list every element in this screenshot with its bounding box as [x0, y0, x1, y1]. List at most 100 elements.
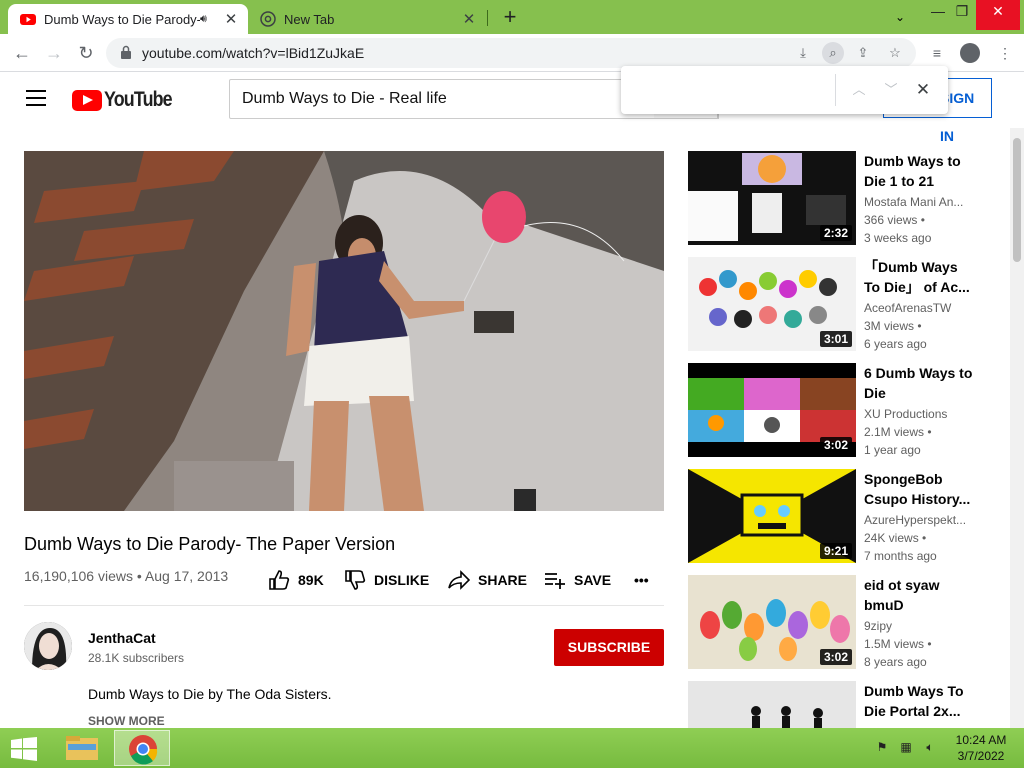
- hamburger-menu-icon[interactable]: [26, 90, 46, 106]
- save-button[interactable]: SAVE: [544, 570, 611, 590]
- rec-title[interactable]: eid ot syaw bmuD: [864, 575, 974, 615]
- video-thumbnail[interactable]: 2:32: [688, 151, 856, 245]
- tab-search-chevron-icon[interactable]: ⌄: [888, 6, 912, 28]
- tab-close-icon[interactable]: ✕: [460, 10, 478, 28]
- youtube-logo-text: YouTube: [104, 88, 173, 111]
- share-icon[interactable]: ⇪: [852, 42, 874, 64]
- lock-icon[interactable]: [120, 45, 132, 59]
- scrollbar-thumb[interactable]: [1013, 138, 1021, 262]
- recommendation-item[interactable]: 3:01 「Dumb Ways To Die」 of Ac... AceofAr…: [688, 257, 988, 353]
- find-in-page-bar: ︿ ﹀ ✕: [621, 66, 948, 114]
- new-tab-button[interactable]: +: [498, 6, 522, 30]
- duration-badge: 2:32: [819, 225, 852, 241]
- tab-title: Dumb Ways to Die Parody- T: [44, 11, 200, 27]
- url-text[interactable]: youtube.com/watch?v=lBid1ZuJkaE: [142, 45, 364, 61]
- video-thumbnail[interactable]: 3:01: [688, 257, 856, 351]
- page-scrollbar[interactable]: [1010, 128, 1024, 728]
- channel-name[interactable]: JenthaCat: [88, 630, 156, 646]
- chrome-taskbar-button[interactable]: [114, 730, 170, 766]
- avatar-image: [24, 622, 72, 670]
- tab-title: New Tab: [284, 11, 335, 27]
- find-input[interactable]: [631, 76, 831, 104]
- find-previous-chevron-up-icon[interactable]: ︿: [847, 78, 871, 102]
- file-explorer-taskbar-button[interactable]: [54, 730, 110, 766]
- window-close-button[interactable]: ✕: [976, 0, 1020, 30]
- playlist-add-icon: [545, 573, 565, 589]
- recommendation-item[interactable]: 2:32 Dumb Ways to Die 1 to 21 Mostafa Ma…: [688, 151, 988, 247]
- rec-age: 6 years ago: [864, 337, 927, 351]
- video-description: Dumb Ways to Die by The Oda Sisters.: [88, 686, 332, 702]
- dislike-button[interactable]: DISLIKE: [344, 570, 429, 590]
- like-button[interactable]: 89K: [268, 570, 324, 590]
- recommendation-item[interactable]: 3:02 eid ot syaw bmuD 9zipy 1.5M views •…: [688, 575, 988, 671]
- tab-close-icon[interactable]: ✕: [222, 10, 240, 28]
- more-actions-icon[interactable]: •••: [634, 570, 649, 590]
- find-in-page-icon[interactable]: ⌕: [822, 42, 844, 64]
- thumbs-up-icon: [269, 570, 290, 590]
- rec-channel: AceofArenasTW: [864, 301, 952, 315]
- duration-badge: 3:02: [819, 437, 852, 453]
- duration-badge: 3:01: [819, 331, 852, 347]
- share-button[interactable]: SHARE: [448, 570, 527, 590]
- video-thumbnail[interactable]: 3:02: [688, 363, 856, 457]
- chrome-icon: [129, 735, 158, 765]
- recommendation-item[interactable]: 3:02 6 Dumb Ways to Die XU Productions 2…: [688, 363, 988, 459]
- rec-title[interactable]: Dumb Ways to Die 1 to 21: [864, 151, 974, 191]
- video-thumbnail[interactable]: 9:21: [688, 469, 856, 563]
- rec-channel: 9zipy: [864, 619, 893, 633]
- audio-playing-icon[interactable]: 🔊︎: [200, 13, 216, 26]
- reload-icon[interactable]: ↻: [74, 41, 98, 65]
- rec-title[interactable]: 6 Dumb Ways to Die: [864, 363, 974, 403]
- subscribe-button[interactable]: SUBSCRIBE: [554, 629, 664, 666]
- video-thumbnail[interactable]: [688, 681, 856, 728]
- find-separator: [835, 74, 836, 106]
- tab-new-tab[interactable]: New Tab ✕: [250, 4, 486, 34]
- divider: [24, 605, 664, 606]
- youtube-play-logo-icon: [72, 89, 102, 111]
- chrome-favicon-icon: [260, 11, 276, 27]
- like-count: 89K: [298, 572, 324, 588]
- media-control-icon[interactable]: ≡: [926, 42, 948, 64]
- video-player[interactable]: [24, 151, 664, 511]
- rec-title[interactable]: SpongeBob Csupo History...: [864, 469, 974, 509]
- rec-title[interactable]: 「Dumb Ways To Die」 of Ac...: [864, 257, 974, 297]
- save-label: SAVE: [574, 572, 612, 588]
- duration-badge: 9:21: [819, 543, 852, 559]
- windows-start-icon[interactable]: [10, 737, 38, 761]
- youtube-logo[interactable]: YouTube: [72, 88, 184, 112]
- profile-avatar-icon[interactable]: [960, 43, 980, 63]
- thumbnail-image: [688, 681, 856, 728]
- info-separator: •: [136, 568, 142, 584]
- forward-arrow-icon[interactable]: →: [42, 41, 66, 65]
- find-close-icon[interactable]: ✕: [911, 78, 935, 102]
- video-info: 16,190,106 views • Aug 17, 2013: [24, 568, 228, 584]
- volume-muted-icon[interactable]: 🔈︎: [922, 740, 938, 756]
- bookmark-star-icon[interactable]: ☆: [884, 42, 906, 64]
- share-arrow-icon: [448, 570, 470, 590]
- network-icon[interactable]: ▦: [898, 740, 914, 756]
- search-input[interactable]: [230, 80, 650, 118]
- rec-views: 1.5M views •: [864, 637, 932, 651]
- rec-title[interactable]: Dumb Ways To Die Portal 2x...: [864, 681, 974, 721]
- view-count: 16,190,106 views: [24, 568, 133, 584]
- channel-avatar[interactable]: [24, 622, 72, 670]
- rec-views: 3M views •: [864, 319, 922, 333]
- recommendation-item[interactable]: Dumb Ways To Die Portal 2x...: [688, 681, 988, 728]
- tab-youtube[interactable]: Dumb Ways to Die Parody- T 🔊︎ ✕: [8, 4, 248, 34]
- rec-age: 8 years ago: [864, 655, 927, 669]
- install-app-icon[interactable]: ⤓: [792, 42, 814, 64]
- address-bar[interactable]: youtube.com/watch?v=lBid1ZuJkaE ⤓ ⌕ ⇪ ☆: [106, 38, 916, 68]
- find-next-chevron-down-icon[interactable]: ﹀: [879, 78, 903, 102]
- rec-views: 2.1M views •: [864, 425, 932, 439]
- back-arrow-icon[interactable]: ←: [10, 41, 34, 65]
- rec-age: 7 months ago: [864, 549, 937, 563]
- system-clock[interactable]: 10:24 AM 3/7/2022: [950, 732, 1012, 764]
- rec-channel: XU Productions: [864, 407, 948, 421]
- folder-icon: [66, 736, 98, 760]
- upload-date: Aug 17, 2013: [144, 568, 229, 584]
- video-thumbnail[interactable]: 3:02: [688, 575, 856, 669]
- chrome-menu-icon[interactable]: ⋮: [994, 42, 1016, 64]
- recommendation-item[interactable]: 9:21 SpongeBob Csupo History... AzureHyp…: [688, 469, 988, 565]
- show-more-button[interactable]: SHOW MORE: [88, 714, 165, 728]
- action-center-flag-icon[interactable]: ⚑: [874, 740, 890, 756]
